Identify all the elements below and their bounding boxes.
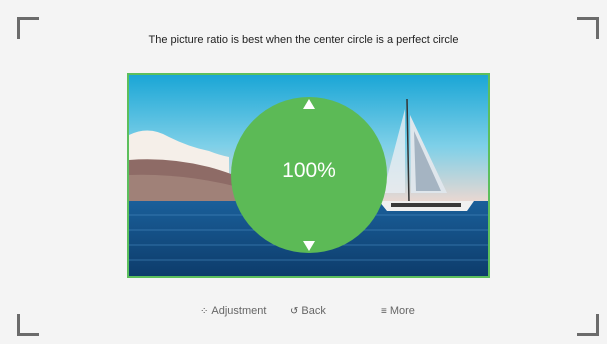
hint-adjustment: ⁘ Adjustment <box>200 305 266 317</box>
ratio-circle[interactable]: 100% <box>231 97 387 253</box>
arrow-down-icon[interactable] <box>303 241 315 251</box>
hint-more-label: More <box>389 305 415 317</box>
ratio-value: 100% <box>282 159 336 182</box>
arrow-up-icon[interactable] <box>303 99 315 109</box>
hint-back-label: Back <box>301 305 326 317</box>
hint-adjustment-label: Adjustment <box>211 305 267 317</box>
preview-image-frame: 100% <box>127 73 490 278</box>
instruction-text: The picture ratio is best when the cente… <box>148 34 459 46</box>
hint-back: ↺ Back <box>290 305 326 317</box>
hint-more: ≡ More <box>381 305 415 317</box>
remote-hint-bar: ⁘ Adjustment ↺ Back ≡ More <box>0 305 607 321</box>
aspect-ratio-calibration-screen: The picture ratio is best when the cente… <box>0 0 607 344</box>
back-icon: ↺ <box>290 305 299 317</box>
menu-icon: ≡ <box>381 305 387 317</box>
dpad-icon: ⁘ <box>200 305 209 317</box>
